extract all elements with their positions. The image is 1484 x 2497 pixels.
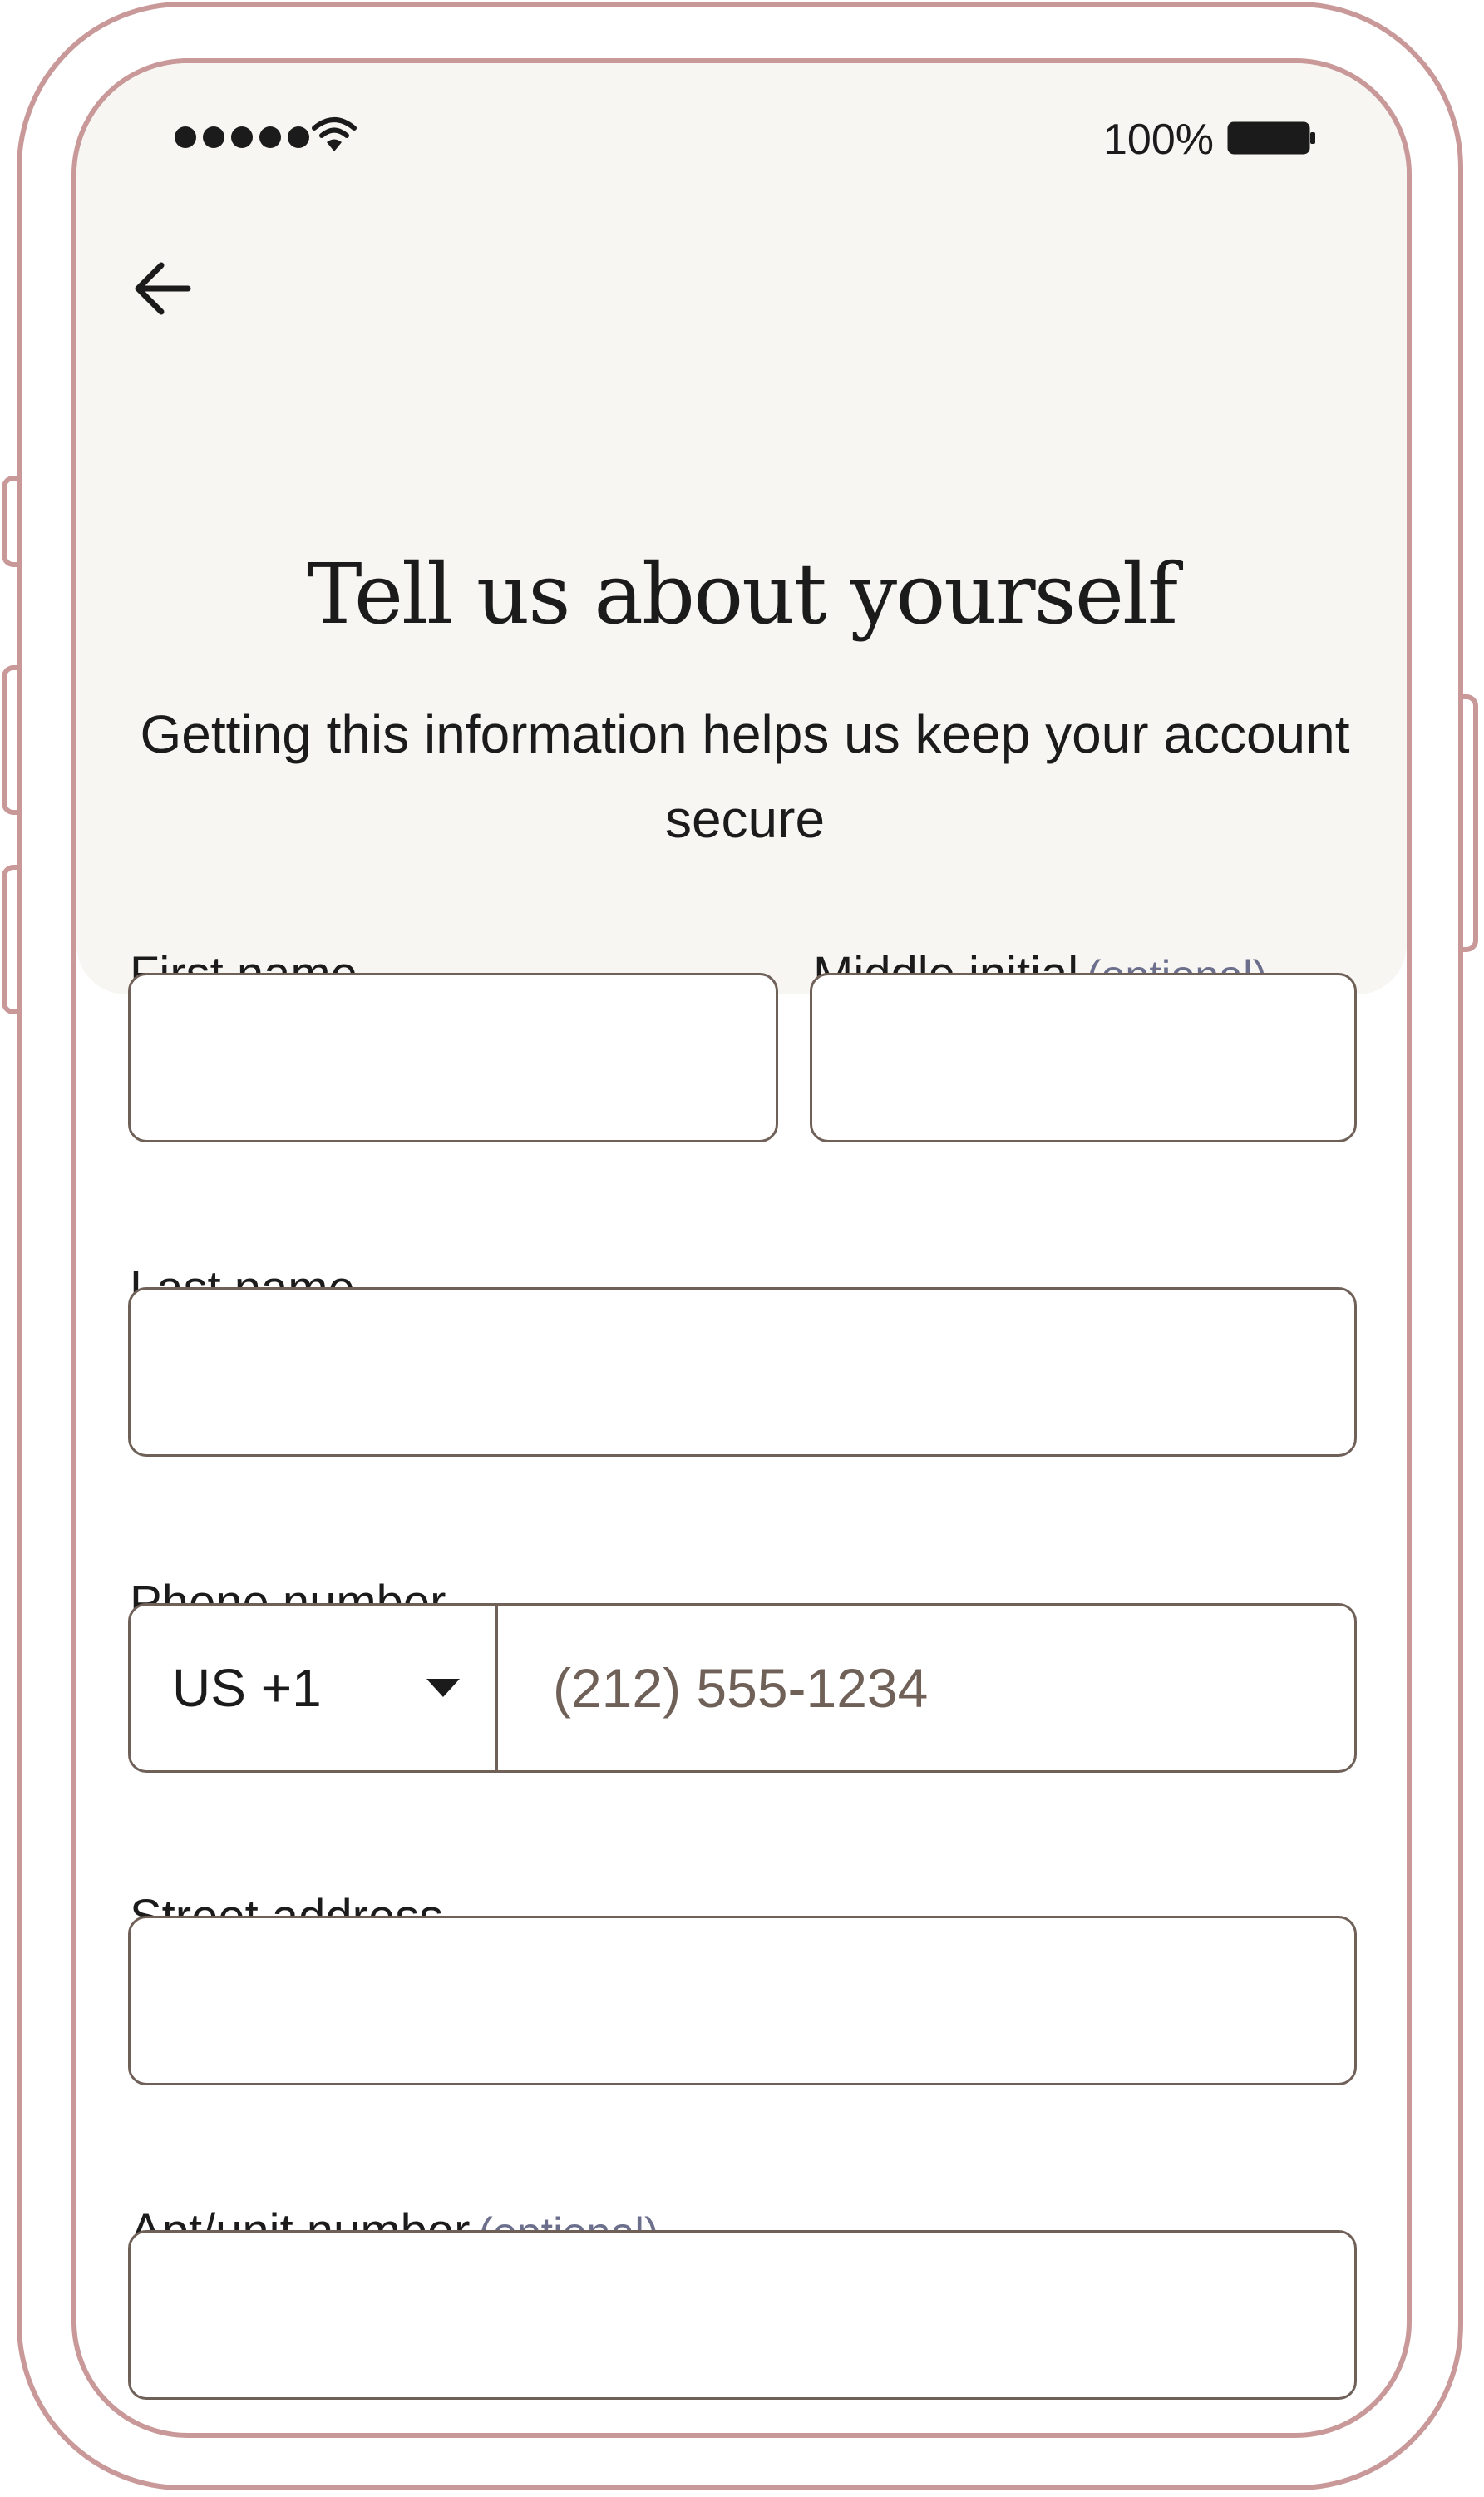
first-name-field[interactable]	[128, 973, 778, 1142]
page-subtitle: Getting this information helps us keep y…	[140, 704, 1350, 849]
battery-percent: 100%	[1103, 116, 1214, 164]
page-title: Tell us about yourself	[307, 545, 1178, 643]
wifi-icon	[312, 117, 357, 151]
phone-side-button-mute	[2, 476, 17, 567]
street-address-input[interactable]	[131, 1918, 1354, 2083]
phone-number-field: US +1	[128, 1603, 1357, 1773]
last-name-field[interactable]	[128, 1287, 1357, 1457]
phone-side-button-volume-down	[2, 865, 17, 1014]
phone-side-button-power	[1463, 694, 1478, 952]
middle-initial-input[interactable]	[812, 975, 1354, 1140]
apt-unit-field[interactable]	[128, 2230, 1357, 2400]
country-code-select[interactable]: US +1	[131, 1606, 498, 1770]
phone-input-wrapper	[498, 1606, 1354, 1770]
phone-number-input[interactable]	[498, 1606, 1354, 1770]
chevron-down-icon	[426, 1679, 460, 1697]
phone-side-button-volume-up	[2, 665, 17, 815]
street-address-field[interactable]	[128, 1916, 1357, 2085]
phone-screen: 100% Tell us about yourself Getting this…	[71, 58, 1412, 2438]
apt-unit-input[interactable]	[131, 2233, 1354, 2397]
country-code-value: US +1	[172, 1658, 322, 1718]
battery-full-icon	[1227, 121, 1315, 155]
first-name-input[interactable]	[131, 975, 776, 1140]
status-bar: 100%	[76, 113, 1407, 171]
last-name-input[interactable]	[131, 1290, 1354, 1454]
signal-dots-icon	[175, 126, 309, 148]
arrow-left-icon[interactable]	[128, 251, 203, 326]
middle-initial-field[interactable]	[810, 973, 1357, 1142]
